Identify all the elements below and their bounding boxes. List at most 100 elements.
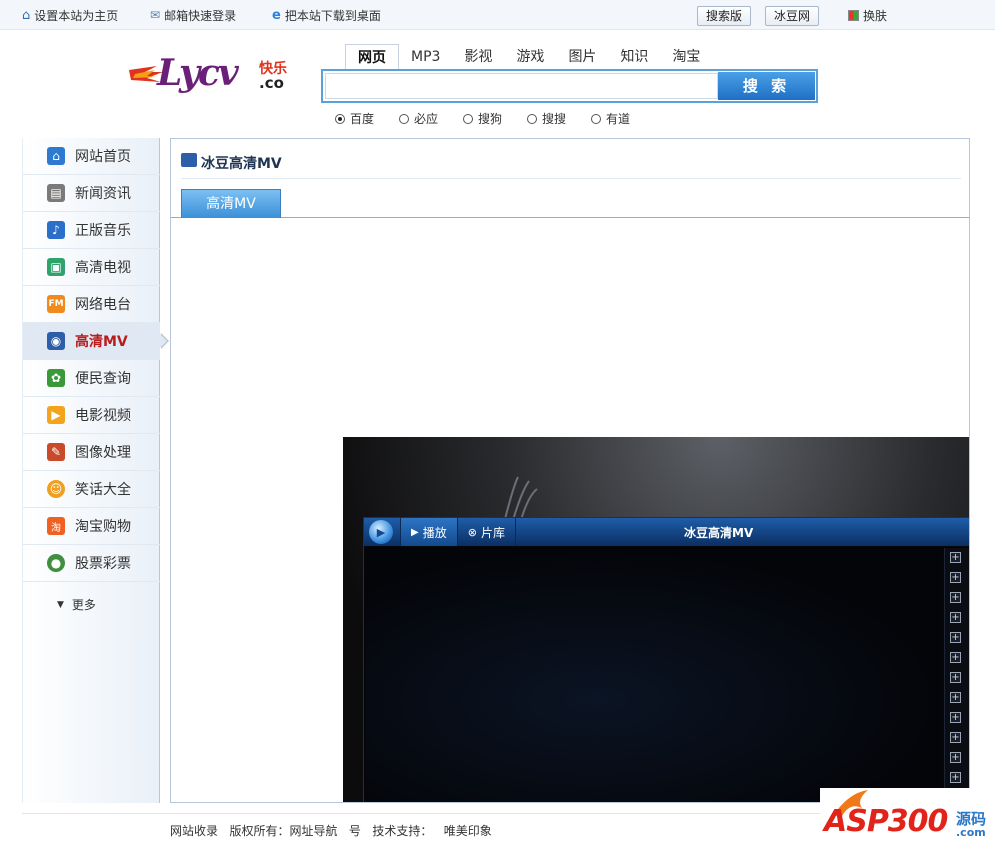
radio-selected[interactable]: [335, 113, 345, 124]
news-icon: ▤: [47, 184, 65, 202]
tab-hd-mv[interactable]: 高清MV: [181, 189, 281, 218]
expand-icon[interactable]: +: [950, 692, 961, 703]
play-icon: ▶: [411, 526, 419, 538]
expand-icon[interactable]: +: [950, 752, 961, 763]
expand-icon[interactable]: +: [950, 732, 961, 743]
sidebar-item-label: 股票彩票: [75, 556, 131, 572]
download-desktop-link[interactable]: e 把本站下载到桌面: [272, 7, 381, 23]
home-icon: ⌂: [47, 147, 65, 165]
stock-icon: ●: [47, 554, 65, 572]
play-button[interactable]: ▶ 播放: [401, 518, 458, 546]
sidebar-item-mv[interactable]: ◉ 高清MV: [23, 323, 169, 360]
sidebar-item-music[interactable]: ♪ 正版音乐: [23, 212, 160, 249]
search-tab-taobao[interactable]: 淘宝: [660, 44, 712, 70]
library-button[interactable]: ⊗ 片库: [458, 518, 516, 546]
expand-icon[interactable]: +: [950, 632, 961, 643]
engine-label: 搜狗: [478, 112, 503, 126]
mv-player[interactable]: ▶ ▶ 播放 ⊗ 片库 冰豆高清MV + + + + + + + + + + +…: [343, 437, 969, 802]
main-panel: 冰豆高清MV 高清MV ▶ ▶ 播放 ⊗ 片库 冰豆高清MV + + + + +…: [170, 138, 970, 803]
site-logo[interactable]: Lycv 快乐 .co: [127, 52, 292, 96]
sidebar-item-home[interactable]: ⌂ 网站首页: [23, 138, 160, 175]
engine-label: 搜搜: [542, 112, 567, 126]
more-label: 更多: [71, 598, 96, 612]
active-pointer: [160, 333, 169, 349]
expand-icon[interactable]: +: [950, 612, 961, 623]
set-homepage-link[interactable]: ⌂ 设置本站为主页: [22, 7, 118, 23]
playlist-panel: + + + + + + + + + + + +: [944, 548, 969, 802]
caret-down-icon: ▼: [57, 599, 64, 610]
radio[interactable]: [591, 113, 601, 124]
expand-icon[interactable]: +: [950, 592, 961, 603]
engine-option-bing[interactable]: 必应: [399, 110, 463, 127]
engine-label: 百度: [350, 112, 375, 126]
smiley-icon: ☺: [47, 480, 65, 498]
search-input[interactable]: [325, 73, 718, 99]
sidebar-item-taobao[interactable]: 淘 淘宝购物: [23, 508, 160, 545]
search-box: 搜 索: [321, 69, 818, 103]
expand-icon[interactable]: +: [950, 652, 961, 663]
footer-text: 网站收录 版权所有：网址导航 号 技术支持： 唯美印象: [170, 824, 492, 838]
player-logo-icon[interactable]: ▶: [369, 520, 393, 544]
watermark-tld: .com: [956, 826, 986, 839]
logo-text: Lycv: [157, 52, 239, 94]
expand-icon[interactable]: +: [950, 572, 961, 583]
expand-icon[interactable]: +: [950, 712, 961, 723]
sidebar-item-stocks[interactable]: ● 股票彩票: [23, 545, 160, 582]
engine-option-youdao[interactable]: 有道: [591, 110, 655, 127]
sidebar-item-image[interactable]: ✎ 图像处理: [23, 434, 160, 471]
logo-sub-bottom: .co: [259, 74, 284, 92]
sidebar-item-news[interactable]: ▤ 新闻资讯: [23, 175, 160, 212]
video-screen[interactable]: [366, 548, 941, 802]
search-button[interactable]: 搜 索: [718, 72, 815, 100]
play-label: 播放: [422, 525, 447, 540]
sidebar-item-label: 淘宝购物: [75, 519, 131, 535]
expand-icon[interactable]: +: [950, 672, 961, 683]
search-tab-knowledge[interactable]: 知识: [608, 44, 660, 70]
radio[interactable]: [399, 113, 409, 124]
bingdou-button[interactable]: 冰豆网: [765, 6, 820, 26]
sidebar-item-tv[interactable]: ▣ 高清电视: [23, 249, 160, 286]
tv-icon: ▣: [47, 258, 65, 276]
search-tab-mp3[interactable]: MP3: [399, 44, 452, 70]
expand-icon[interactable]: +: [950, 552, 961, 563]
search-version-button[interactable]: 搜索版: [697, 6, 752, 26]
image-edit-icon: ✎: [47, 443, 65, 461]
more-link[interactable]: ▼ 更多: [57, 596, 96, 613]
sidebar-item-label: 图像处理: [75, 445, 131, 461]
sidebar-item-label: 网络电台: [75, 297, 131, 313]
sidebar-item-label: 正版音乐: [75, 223, 131, 239]
radio[interactable]: [527, 113, 537, 124]
sidebar-item-label: 新闻资讯: [75, 186, 131, 202]
toolbar-separator: [393, 518, 401, 546]
sidebar-item-query[interactable]: ✿ 便民查询: [23, 360, 160, 397]
sidebar-item-radio[interactable]: FM 网络电台: [23, 286, 160, 323]
search-tab-images[interactable]: 图片: [556, 44, 608, 70]
change-skin-link[interactable]: 换肤: [848, 7, 887, 23]
expand-icon[interactable]: +: [950, 772, 961, 783]
mail-icon: ✉: [150, 8, 161, 22]
radio[interactable]: [463, 113, 473, 124]
fm-radio-icon: FM: [47, 295, 65, 313]
search-tab-web[interactable]: 网页: [345, 44, 399, 70]
engine-label: 有道: [606, 112, 631, 126]
sidebar-item-label: 网站首页: [75, 149, 131, 165]
panel-tab-bar: 高清MV: [171, 189, 969, 218]
sidebar-item-movie[interactable]: ▶ 电影视频: [23, 397, 160, 434]
movie-icon: ▶: [47, 406, 65, 424]
download-desktop-label: 把本站下载到桌面: [284, 8, 381, 23]
engine-option-sogou[interactable]: 搜狗: [463, 110, 527, 127]
sidebar-item-jokes[interactable]: ☺ 笑话大全: [23, 471, 160, 508]
home-icon: ⌂: [22, 7, 31, 23]
watermark-text: ASP300: [824, 804, 948, 839]
search-tab-games[interactable]: 游戏: [504, 44, 556, 70]
sidebar-item-label: 便民查询: [75, 371, 131, 387]
engine-option-soso[interactable]: 搜搜: [527, 110, 591, 127]
search-tab-video[interactable]: 影视: [452, 44, 504, 70]
email-login-link[interactable]: ✉ 邮箱快速登录: [150, 7, 236, 23]
player-window: ▶ ▶ 播放 ⊗ 片库 冰豆高清MV + + + + + + + + + + +…: [363, 517, 969, 802]
engine-option-baidu[interactable]: 百度: [335, 110, 399, 127]
page-title: 冰豆高清MV: [201, 155, 282, 172]
palette-icon: [848, 9, 859, 21]
query-icon: ✿: [47, 369, 65, 387]
set-homepage-label: 设置本站为主页: [34, 8, 119, 23]
